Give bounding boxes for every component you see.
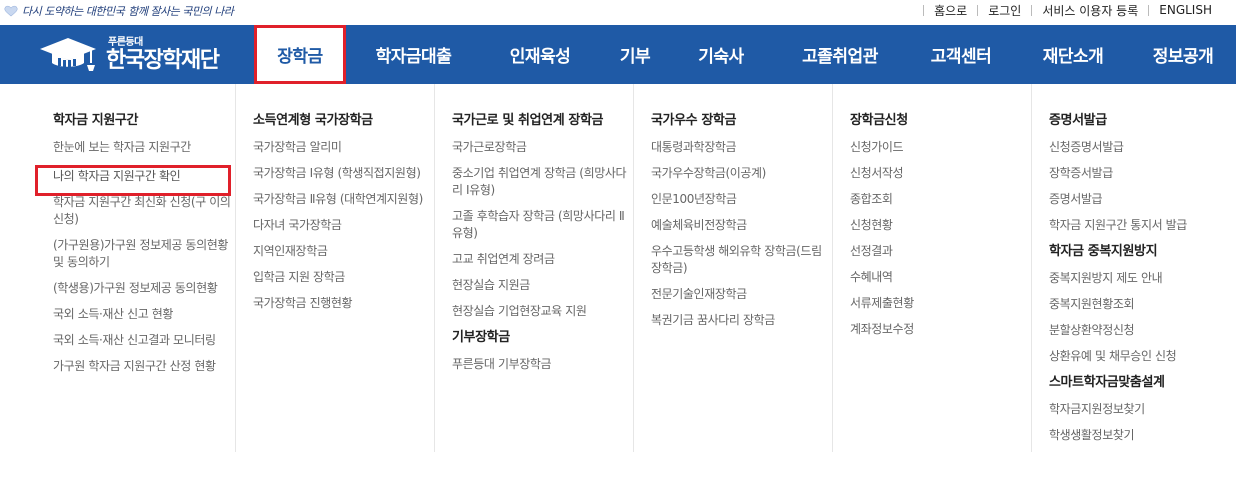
nav-menu: 장학금 학자금대출 인재육성 기부 기숙사 고졸취업관 고객센터 재단소개 정보… (254, 25, 1233, 84)
site-logo[interactable]: 푸른등대 한국장학재단 (38, 33, 220, 77)
menu-link[interactable]: 학자금 지원구간 통지서 발급 (1049, 217, 1230, 234)
mega-dropdown: 학자금 지원구간 한눈에 보는 학자금 지원구간 나의 학자금 지원구간 확인 … (34, 84, 1236, 452)
menu-link[interactable]: 신청증명서발급 (1049, 139, 1230, 156)
menu-link[interactable]: 고졸 후학습자 장학금 (희망사다리 Ⅱ유형) (452, 208, 633, 242)
column-title: 장학금신청 (850, 113, 908, 128)
menu-link[interactable]: 선정결과 (850, 243, 1031, 260)
column-subtitle: 스마트학자금맞춤설계 (1049, 375, 1165, 390)
menu-link[interactable]: 학자금지원정보찾기 (1049, 401, 1230, 418)
menu-link[interactable]: 인문100년장학금 (651, 191, 832, 208)
menu-link[interactable]: 복권기금 꿈사다리 장학금 (651, 312, 832, 329)
login-link[interactable]: 로그인 (978, 2, 1031, 19)
menu-link[interactable]: 종합조회 (850, 191, 1031, 208)
menu-link[interactable]: 가구원 학자금 지원구간 산정 현황 (53, 358, 235, 375)
heart-icon (4, 5, 18, 17)
dropdown-column-excellence: 국가우수 장학금 대통령과학장학금 국가우수장학금(이공계) 인문100년장학금… (633, 84, 832, 452)
nav-item-donation[interactable]: 기부 (599, 25, 671, 84)
column-title: 국가근로 및 취업연계 장학금 (452, 113, 604, 128)
menu-link[interactable]: 서류제출현황 (850, 295, 1031, 312)
top-utility-bar: 다시 도약하는 대한민국 함께 잘사는 국민의 나라 홈으로 로그인 서비스 이… (0, 0, 1236, 25)
menu-link[interactable]: 국외 소득·재산 신고 현황 (53, 306, 235, 323)
menu-link[interactable]: (학생용)가구원 정보제공 동의현황 (53, 280, 235, 297)
nav-item-about[interactable]: 재단소개 (1013, 25, 1133, 84)
dropdown-column-application: 장학금신청 신청가이드 신청서작성 종합조회 신청현황 선정결과 수혜내역 서류… (832, 84, 1031, 452)
menu-link[interactable]: 국외 소득·재산 신고결과 모니터링 (53, 332, 235, 349)
nav-item-public-info[interactable]: 정보공개 (1133, 25, 1233, 84)
slogan-text-1: 다시 도약하는 대한민국 (22, 5, 125, 18)
column-subtitle: 기부장학금 (452, 330, 510, 345)
column-title: 국가우수 장학금 (651, 113, 737, 128)
menu-link[interactable]: 현장실습 지원금 (452, 277, 633, 294)
menu-link[interactable]: 중복지원현황조회 (1049, 296, 1230, 313)
menu-link[interactable]: 현장실습 기업현장교육 지원 (452, 303, 633, 320)
logo-subtitle: 푸른등대 (108, 37, 143, 48)
utility-links: 홈으로 로그인 서비스 이용자 등록 ENGLISH (923, 0, 1222, 20)
column-title: 학자금 지원구간 (53, 113, 139, 128)
nav-item-dormitory[interactable]: 기숙사 (671, 25, 771, 84)
menu-link[interactable]: 입학금 지원 장학금 (253, 269, 434, 286)
dropdown-column-support-tier: 학자금 지원구간 한눈에 보는 학자금 지원구간 나의 학자금 지원구간 확인 … (34, 84, 235, 452)
menu-link[interactable]: 전문기술인재장학금 (651, 286, 832, 303)
menu-link[interactable]: 학자금 지원구간 최신화 신청(구 이의신청) (53, 194, 235, 228)
column-subtitle: 학자금 중복지원방지 (1049, 244, 1158, 259)
menu-link[interactable]: 국가장학금 Ⅰ유형 (학생직접지원형) (253, 165, 434, 182)
menu-link[interactable]: 중복지원방지 제도 안내 (1049, 270, 1230, 287)
menu-link[interactable]: 신청가이드 (850, 139, 1031, 156)
nav-item-highschool-employment[interactable]: 고졸취업관 (771, 25, 909, 84)
dropdown-column-certificates: 증명서발급 신청증명서발급 장학증서발급 증명서발급 학자금 지원구간 통지서 … (1031, 84, 1230, 452)
main-navigation: 푸른등대 한국장학재단 장학금 학자금대출 인재육성 기부 기숙사 고졸취업관 … (0, 25, 1236, 84)
column-title: 소득연계형 국가장학금 (253, 113, 373, 128)
menu-link[interactable]: 국가근로장학금 (452, 139, 633, 156)
logo-title: 한국장학재단 (106, 48, 220, 73)
menu-link[interactable]: 상환유예 및 채무승인 신청 (1049, 348, 1230, 365)
menu-link[interactable]: 국가장학금 진행현황 (253, 295, 434, 312)
nav-item-scholarship[interactable]: 장학금 (254, 25, 346, 84)
nav-item-customer-center[interactable]: 고객센터 (909, 25, 1013, 84)
nav-item-student-loan[interactable]: 학자금대출 (346, 25, 481, 84)
menu-link[interactable]: 다자녀 국가장학금 (253, 217, 434, 234)
menu-link[interactable]: 지역인재장학금 (253, 243, 434, 260)
menu-link[interactable]: (가구원용)가구원 정보제공 동의현황 및 동의하기 (53, 237, 235, 271)
slogan-text-2: 함께 잘사는 국민의 나라 (128, 5, 234, 18)
menu-link[interactable]: 분할상환약정신청 (1049, 322, 1230, 339)
menu-link[interactable]: 학생생활정보찾기 (1049, 427, 1230, 444)
menu-link[interactable]: 우수고등학생 해외유학 장학금(드림장학금) (651, 243, 832, 277)
menu-link[interactable]: 대통령과학장학금 (651, 139, 832, 156)
dropdown-column-national-scholarship: 소득연계형 국가장학금 국가장학금 알리미 국가장학금 Ⅰ유형 (학생직접지원형… (235, 84, 434, 452)
menu-link[interactable]: 신청현황 (850, 217, 1031, 234)
menu-link[interactable]: 국가장학금 Ⅱ유형 (대학연계지원형) (253, 191, 434, 208)
menu-link[interactable]: 국가장학금 알리미 (253, 139, 434, 156)
menu-link[interactable]: 증명서발급 (1049, 191, 1230, 208)
menu-link-my-support-tier[interactable]: 나의 학자금 지원구간 확인 (34, 165, 232, 196)
menu-link[interactable]: 고교 취업연계 장려금 (452, 251, 633, 268)
menu-link[interactable]: 계좌정보수정 (850, 321, 1031, 338)
register-link[interactable]: 서비스 이용자 등록 (1032, 2, 1148, 19)
english-link[interactable]: ENGLISH (1149, 3, 1222, 17)
graduation-cap-logo-icon (38, 35, 100, 75)
menu-link[interactable]: 수혜내역 (850, 269, 1031, 286)
menu-link[interactable]: 신청서작성 (850, 165, 1031, 182)
home-link[interactable]: 홈으로 (924, 2, 977, 19)
menu-link[interactable]: 한눈에 보는 학자금 지원구간 (53, 139, 235, 156)
slogan: 다시 도약하는 대한민국 함께 잘사는 국민의 나라 (4, 2, 234, 20)
dropdown-column-work-study: 국가근로 및 취업연계 장학금 국가근로장학금 중소기업 취업연계 장학금 (희… (434, 84, 633, 452)
menu-link[interactable]: 예술체육비전장학금 (651, 217, 832, 234)
nav-item-talent-development[interactable]: 인재육성 (481, 25, 599, 84)
menu-link[interactable]: 푸른등대 기부장학금 (452, 356, 633, 373)
menu-link[interactable]: 장학증서발급 (1049, 165, 1230, 182)
menu-link[interactable]: 국가우수장학금(이공계) (651, 165, 832, 182)
menu-link[interactable]: 중소기업 취업연계 장학금 (희망사다리 Ⅰ유형) (452, 165, 633, 199)
column-title: 증명서발급 (1049, 113, 1107, 128)
